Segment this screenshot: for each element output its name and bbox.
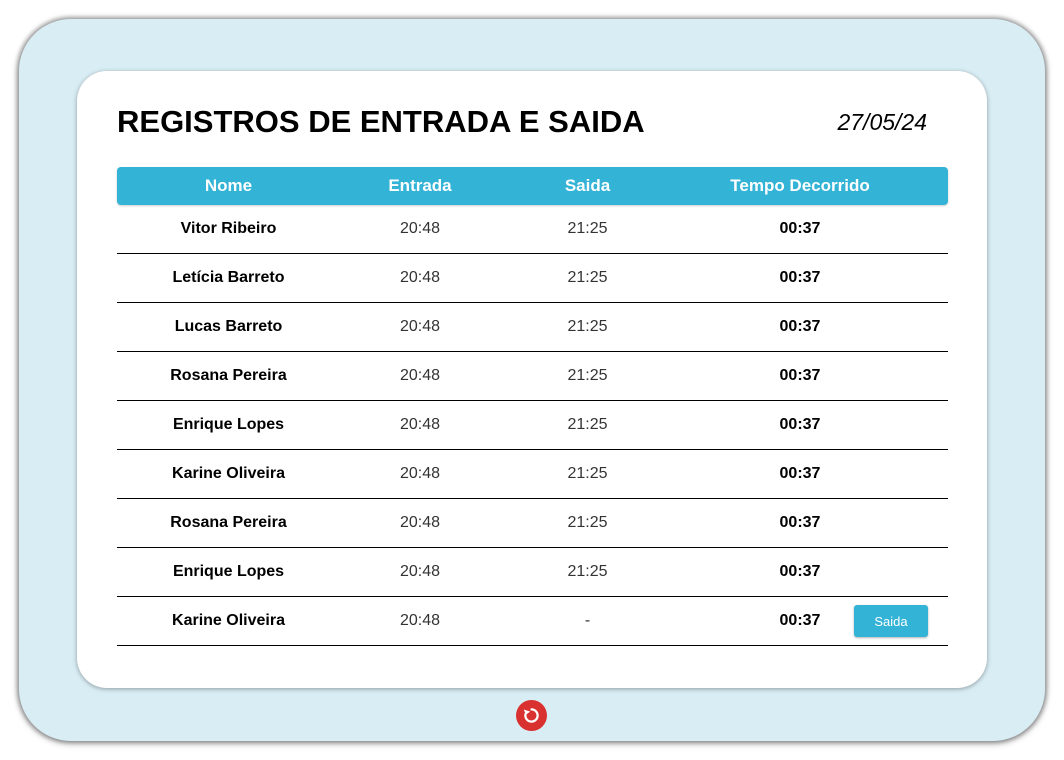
cell-entrada: 20:48 bbox=[399, 220, 441, 237]
column-header-saida[interactable]: Saida bbox=[500, 176, 675, 196]
cell-nome: Karine Oliveira bbox=[172, 612, 285, 629]
cell-entrada: 20:48 bbox=[399, 612, 441, 629]
cell-saida: 21:25 bbox=[567, 367, 608, 384]
cell-tempo: 00:37 bbox=[779, 269, 821, 286]
cell-nome: Lucas Barreto bbox=[174, 318, 283, 335]
table-row: Letícia Barreto 20:48 21:25 00:37 bbox=[117, 254, 948, 303]
cell-saida: - bbox=[584, 612, 591, 629]
table-header: Nome Entrada Saida Tempo Decorrido bbox=[117, 167, 948, 205]
current-date: 27/05/24 bbox=[837, 109, 927, 135]
cell-saida: 21:25 bbox=[567, 514, 608, 531]
cell-entrada: 20:48 bbox=[399, 465, 441, 482]
records-card: REGISTROS DE ENTRADA E SAIDA 27/05/24 No… bbox=[77, 71, 987, 688]
cell-tempo: 00:37 bbox=[779, 514, 821, 531]
refresh-button[interactable] bbox=[516, 700, 547, 731]
cell-nome: Enrique Lopes bbox=[172, 563, 285, 580]
cell-nome: Rosana Pereira bbox=[170, 514, 287, 531]
table-row: Karine Oliveira 20:48 21:25 00:37 bbox=[117, 450, 948, 499]
cell-entrada: 20:48 bbox=[399, 563, 441, 580]
table-row: Enrique Lopes 20:48 21:25 00:37 bbox=[117, 548, 948, 597]
cell-entrada: 20:48 bbox=[399, 416, 441, 433]
cell-saida: 21:25 bbox=[567, 269, 608, 286]
cell-tempo: 00:37 bbox=[779, 465, 821, 482]
cell-saida: 21:25 bbox=[567, 416, 608, 433]
cell-entrada: 20:48 bbox=[399, 367, 441, 384]
cell-nome: Letícia Barreto bbox=[172, 269, 285, 286]
cell-tempo: 00:37 bbox=[779, 416, 821, 433]
cell-saida: 21:25 bbox=[567, 465, 608, 482]
table-row: Rosana Pereira 20:48 21:25 00:37 bbox=[117, 499, 948, 548]
cell-tempo: 00:37 bbox=[779, 220, 821, 237]
table-row: Lucas Barreto 20:48 21:25 00:37 bbox=[117, 303, 948, 352]
cell-nome: Karine Oliveira bbox=[172, 465, 285, 482]
register-exit-button[interactable]: Saida bbox=[854, 605, 928, 637]
cell-tempo: 00:37 bbox=[779, 318, 821, 335]
cell-entrada: 20:48 bbox=[399, 514, 441, 531]
table-row: Vitor Ribeiro 20:48 21:25 00:37 bbox=[117, 205, 948, 254]
column-header-entrada[interactable]: Entrada bbox=[340, 176, 500, 196]
records-table: Nome Entrada Saida Tempo Decorrido Vitor… bbox=[117, 167, 948, 646]
cell-nome: Enrique Lopes bbox=[172, 416, 285, 433]
refresh-icon bbox=[523, 708, 539, 723]
cell-nome: Rosana Pereira bbox=[170, 367, 287, 384]
table-row: Rosana Pereira 20:48 21:25 00:37 bbox=[117, 352, 948, 401]
table-row: Enrique Lopes 20:48 21:25 00:37 bbox=[117, 401, 948, 450]
cell-saida: 21:25 bbox=[567, 563, 608, 580]
cell-entrada: 20:48 bbox=[399, 269, 441, 286]
page-title: REGISTROS DE ENTRADA E SAIDA bbox=[117, 104, 645, 139]
cell-tempo: 00:37 bbox=[779, 367, 821, 384]
cell-entrada: 20:48 bbox=[399, 318, 441, 335]
cell-tempo: 00:37 bbox=[779, 563, 821, 580]
column-header-tempo[interactable]: Tempo Decorrido bbox=[675, 176, 925, 196]
cell-saida: 21:25 bbox=[567, 318, 608, 335]
column-header-nome[interactable]: Nome bbox=[117, 176, 340, 196]
cell-saida: 21:25 bbox=[567, 220, 608, 237]
cell-nome: Vitor Ribeiro bbox=[180, 220, 277, 237]
table-row: Karine Oliveira 20:48 - 00:37 Saida bbox=[117, 597, 948, 646]
